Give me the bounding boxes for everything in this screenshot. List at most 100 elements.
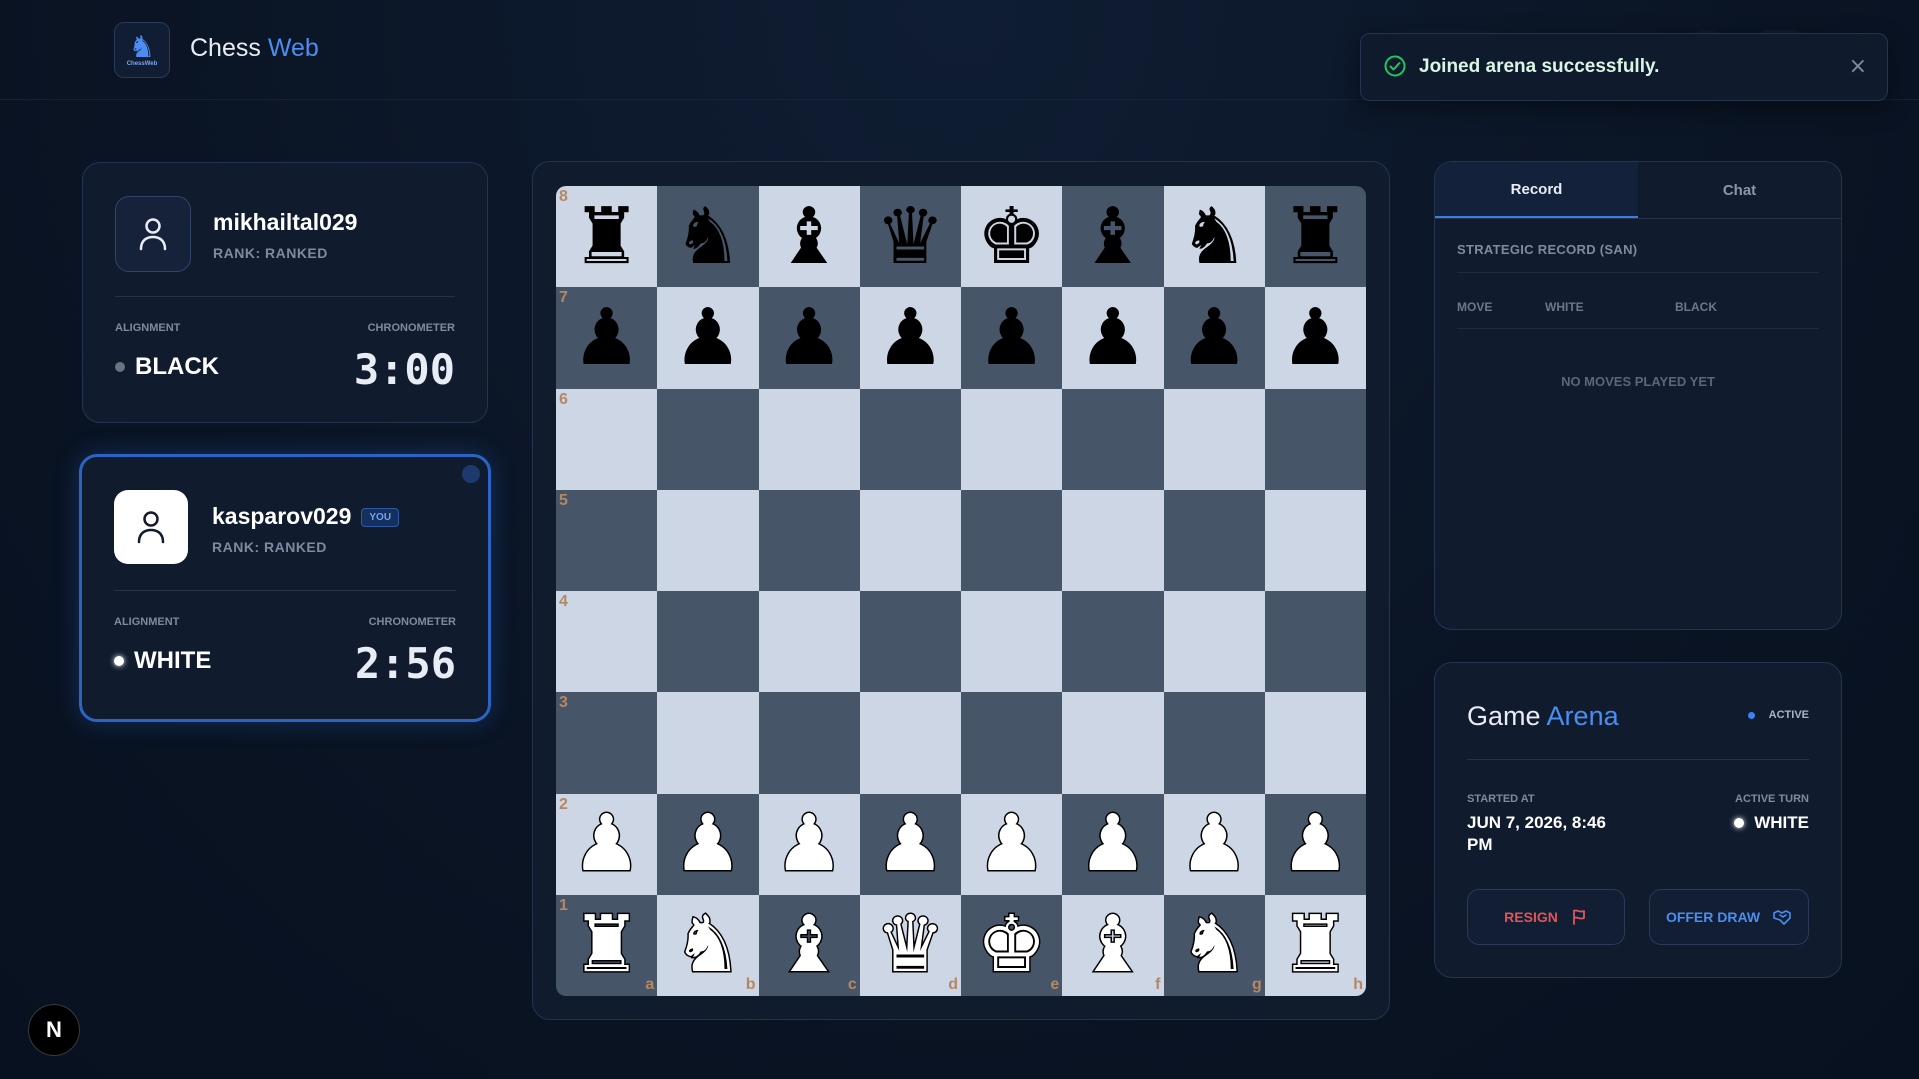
black-knight-icon[interactable]: ♞: [1179, 198, 1249, 276]
square-c6[interactable]: [758, 388, 860, 490]
white-pawn-icon[interactable]: ♟: [773, 804, 846, 885]
square-c7[interactable]: ♟: [758, 287, 860, 389]
square-a3[interactable]: 3: [556, 692, 658, 794]
white-rook-icon[interactable]: ♜: [1279, 905, 1352, 986]
brand-title[interactable]: Chess Web: [190, 34, 319, 63]
square-h2[interactable]: ♟: [1264, 793, 1366, 895]
square-g6[interactable]: [1163, 388, 1265, 490]
square-f1[interactable]: f ♝: [1062, 894, 1164, 996]
square-e4[interactable]: [961, 591, 1063, 693]
square-f6[interactable]: [1062, 388, 1164, 490]
white-bishop-icon[interactable]: ♝: [1076, 905, 1149, 986]
square-f7[interactable]: ♟: [1062, 287, 1164, 389]
black-pawn-icon[interactable]: ♟: [774, 299, 844, 377]
square-g4[interactable]: [1163, 591, 1265, 693]
tab-record[interactable]: Record: [1435, 162, 1638, 218]
square-d8[interactable]: ♛: [859, 186, 961, 288]
black-pawn-icon[interactable]: ♟: [572, 299, 642, 377]
square-h5[interactable]: [1264, 489, 1366, 591]
square-b7[interactable]: ♟: [657, 287, 759, 389]
close-icon[interactable]: ×: [1849, 54, 1867, 79]
square-e5[interactable]: [961, 489, 1063, 591]
square-f4[interactable]: [1062, 591, 1164, 693]
square-f3[interactable]: [1062, 692, 1164, 794]
black-queen-icon[interactable]: ♛: [875, 198, 945, 276]
square-e6[interactable]: [961, 388, 1063, 490]
square-c8[interactable]: ♝: [758, 186, 860, 288]
white-rook-icon[interactable]: ♜: [570, 905, 643, 986]
square-d6[interactable]: [859, 388, 961, 490]
white-pawn-icon[interactable]: ♟: [1279, 804, 1352, 885]
square-g2[interactable]: ♟: [1163, 793, 1265, 895]
white-pawn-icon[interactable]: ♟: [1178, 804, 1251, 885]
square-d2[interactable]: ♟: [859, 793, 961, 895]
black-pawn-icon[interactable]: ♟: [673, 299, 743, 377]
black-rook-icon[interactable]: ♜: [1280, 198, 1350, 276]
white-knight-icon[interactable]: ♞: [671, 905, 744, 986]
square-g8[interactable]: ♞: [1163, 186, 1265, 288]
framework-badge[interactable]: N: [28, 1004, 80, 1056]
square-f5[interactable]: [1062, 489, 1164, 591]
square-h4[interactable]: [1264, 591, 1366, 693]
square-h1[interactable]: h ♜: [1264, 894, 1366, 996]
tab-chat[interactable]: Chat: [1638, 162, 1841, 218]
square-d3[interactable]: [859, 692, 961, 794]
white-pawn-icon[interactable]: ♟: [975, 804, 1048, 885]
square-e3[interactable]: [961, 692, 1063, 794]
square-d5[interactable]: [859, 489, 961, 591]
square-d1[interactable]: d ♛: [859, 894, 961, 996]
square-g3[interactable]: [1163, 692, 1265, 794]
black-pawn-icon[interactable]: ♟: [977, 299, 1047, 377]
white-pawn-icon[interactable]: ♟: [570, 804, 643, 885]
square-d7[interactable]: ♟: [859, 287, 961, 389]
square-a6[interactable]: 6: [556, 388, 658, 490]
square-a2[interactable]: 2 ♟: [556, 793, 658, 895]
resign-button[interactable]: RESIGN: [1467, 889, 1625, 945]
black-king-icon[interactable]: ♚: [977, 198, 1047, 276]
square-c1[interactable]: c ♝: [758, 894, 860, 996]
square-e7[interactable]: ♟: [961, 287, 1063, 389]
square-c2[interactable]: ♟: [758, 793, 860, 895]
square-h6[interactable]: [1264, 388, 1366, 490]
square-e2[interactable]: ♟: [961, 793, 1063, 895]
square-g1[interactable]: g ♞: [1163, 894, 1265, 996]
square-c5[interactable]: [758, 489, 860, 591]
black-knight-icon[interactable]: ♞: [673, 198, 743, 276]
app-logo[interactable]: ♞ ChessWeb: [114, 22, 170, 78]
square-b1[interactable]: b ♞: [657, 894, 759, 996]
black-bishop-icon[interactable]: ♝: [1078, 198, 1148, 276]
white-bishop-icon[interactable]: ♝: [773, 905, 846, 986]
black-pawn-icon[interactable]: ♟: [1078, 299, 1148, 377]
square-a4[interactable]: 4: [556, 591, 658, 693]
square-b8[interactable]: ♞: [657, 186, 759, 288]
white-pawn-icon[interactable]: ♟: [1076, 804, 1149, 885]
square-a5[interactable]: 5: [556, 489, 658, 591]
square-a1[interactable]: 1 a ♜: [556, 894, 658, 996]
black-pawn-icon[interactable]: ♟: [1179, 299, 1249, 377]
square-c3[interactable]: [758, 692, 860, 794]
square-f2[interactable]: ♟: [1062, 793, 1164, 895]
square-b4[interactable]: [657, 591, 759, 693]
white-pawn-icon[interactable]: ♟: [671, 804, 744, 885]
chess-board[interactable]: 8 ♜ ♞ ♝ ♛ ♚ ♝ ♞ ♜ 7 ♟ ♟ ♟ ♟ ♟ ♟ ♟ ♟ 6 5 4 3 2 ♟ ♟ ♟ ♟ ♟ ♟ ♟ ♟ 1 a ♜ b ♞ c ♝ d ♛…: [556, 186, 1366, 996]
black-rook-icon[interactable]: ♜: [572, 198, 642, 276]
white-pawn-icon[interactable]: ♟: [874, 804, 947, 885]
square-h3[interactable]: [1264, 692, 1366, 794]
white-king-icon[interactable]: ♚: [975, 905, 1048, 986]
square-b6[interactable]: [657, 388, 759, 490]
square-b2[interactable]: ♟: [657, 793, 759, 895]
square-c4[interactable]: [758, 591, 860, 693]
square-d4[interactable]: [859, 591, 961, 693]
square-e1[interactable]: e ♚: [961, 894, 1063, 996]
white-queen-icon[interactable]: ♛: [874, 905, 947, 986]
square-a7[interactable]: 7 ♟: [556, 287, 658, 389]
square-e8[interactable]: ♚: [961, 186, 1063, 288]
offer-draw-button[interactable]: OFFER DRAW: [1649, 889, 1809, 945]
square-a8[interactable]: 8 ♜: [556, 186, 658, 288]
square-f8[interactable]: ♝: [1062, 186, 1164, 288]
square-b5[interactable]: [657, 489, 759, 591]
square-h8[interactable]: ♜: [1264, 186, 1366, 288]
black-pawn-icon[interactable]: ♟: [875, 299, 945, 377]
black-bishop-icon[interactable]: ♝: [774, 198, 844, 276]
square-g7[interactable]: ♟: [1163, 287, 1265, 389]
